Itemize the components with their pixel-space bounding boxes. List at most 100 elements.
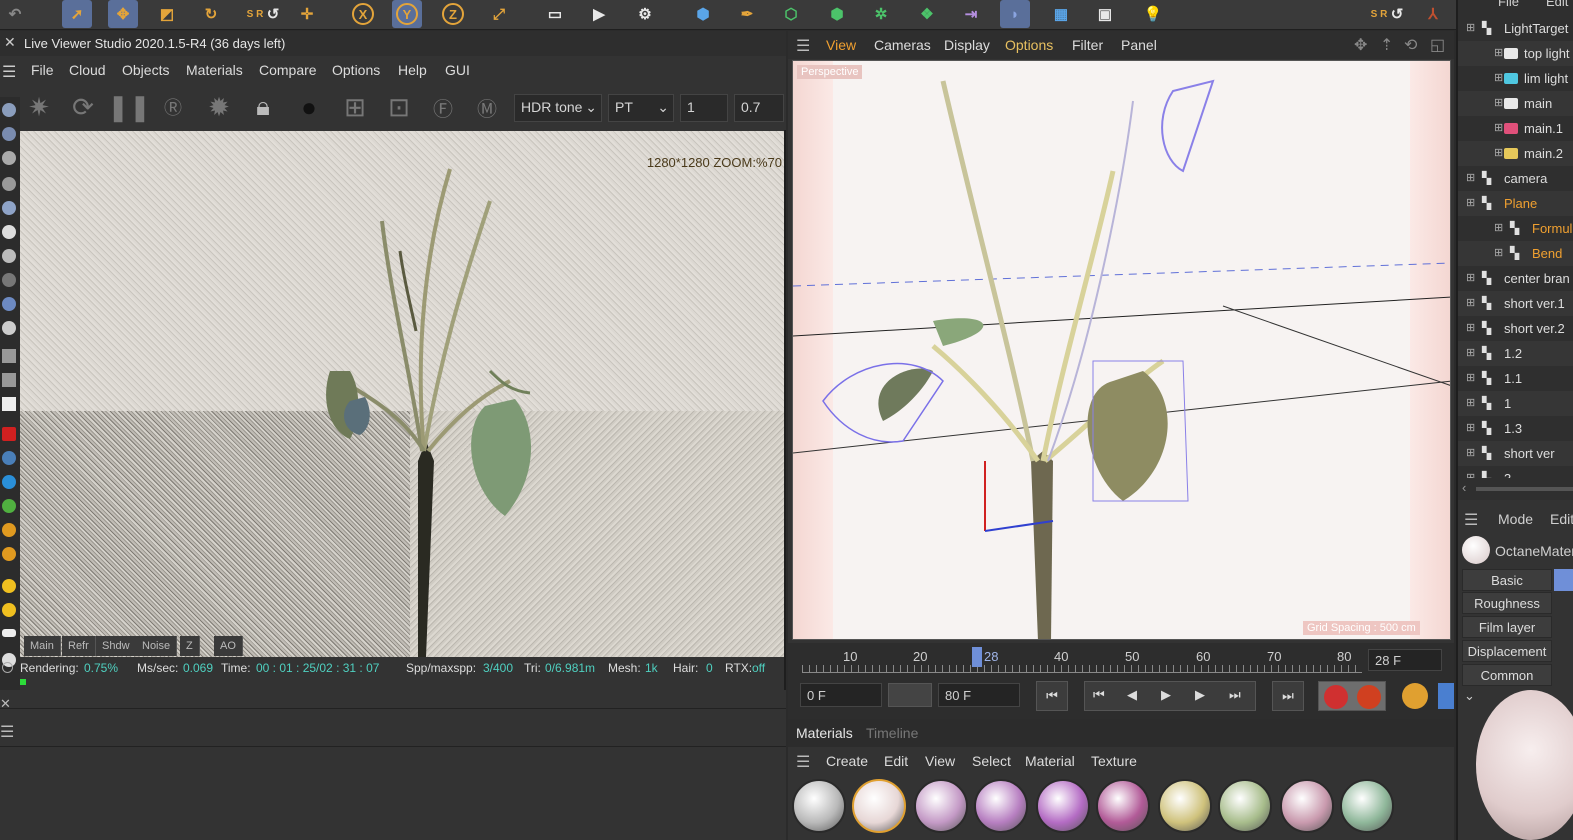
goto-end-icon[interactable]: ⏭ xyxy=(1272,681,1304,711)
material-swatch[interactable] xyxy=(974,779,1028,833)
light-bar-icon[interactable] xyxy=(2,629,16,637)
coordinate-icon[interactable]: ⤢ xyxy=(484,0,514,28)
record-icon[interactable] xyxy=(1324,685,1348,709)
pick-material-icon[interactable]: Ⓜ xyxy=(470,90,504,124)
expand-icon[interactable]: ⊞ xyxy=(1466,466,1475,478)
value1-stepper[interactable]: 1 xyxy=(680,94,728,122)
timeline-ruler[interactable] xyxy=(802,665,1362,673)
camera-icon[interactable]: ▣ xyxy=(1090,0,1120,28)
menu-cameras[interactable]: Cameras xyxy=(874,37,931,53)
pick-focus-icon[interactable]: ⊞ xyxy=(338,90,372,124)
keyframe-settings-icon[interactable] xyxy=(1402,683,1428,709)
expand-icon[interactable]: ⊞ xyxy=(1466,366,1475,391)
range-slider[interactable] xyxy=(888,683,932,707)
horizontal-scrollbar[interactable]: ‹ xyxy=(1458,480,1573,496)
pause-icon[interactable]: ❚❚ xyxy=(107,90,151,124)
pen-icon[interactable]: ✒ xyxy=(732,0,762,28)
contrast-icon[interactable] xyxy=(2,451,16,465)
render-view[interactable]: 1280*1280 ZOOM:%70 xyxy=(20,131,784,657)
object-row[interactable]: ⊞ ▚ 3 xyxy=(1458,466,1573,478)
settings-icon[interactable]: ✹ xyxy=(202,90,236,124)
tree-icon[interactable] xyxy=(2,547,16,561)
menu-select[interactable]: Select xyxy=(972,753,1011,769)
menu-view[interactable]: View xyxy=(826,37,856,53)
refresh-icon[interactable]: ↺ xyxy=(258,0,288,28)
menu-options[interactable]: Options xyxy=(1005,37,1053,53)
gear-icon[interactable] xyxy=(2,225,16,239)
y-axis-icon[interactable]: Y xyxy=(392,0,422,28)
material-swatch[interactable] xyxy=(852,779,906,833)
expand-icon[interactable]: ⊞ xyxy=(1494,91,1503,116)
render-view-icon[interactable]: ▶ xyxy=(584,0,614,28)
goto-start-icon[interactable]: ⏮ xyxy=(1036,681,1068,711)
tab-roughness[interactable]: Roughness xyxy=(1462,592,1552,614)
voronoi-icon[interactable]: ✲ xyxy=(866,0,896,28)
menu-view[interactable]: View xyxy=(925,753,955,769)
object-row[interactable]: ⊞ ▚ 1 xyxy=(1458,391,1573,416)
rotate-view-icon[interactable]: ⟲ xyxy=(1404,35,1417,55)
menu-file[interactable]: File xyxy=(1498,0,1519,9)
tab-basic[interactable]: Basic xyxy=(1462,569,1552,591)
object-row[interactable]: ⊞ ▚ short ver.1 xyxy=(1458,291,1573,316)
object-row[interactable]: ⊞ top light xyxy=(1458,41,1573,66)
expand-icon[interactable]: ⊞ xyxy=(1466,416,1475,441)
tab-film-layer[interactable]: Film layer xyxy=(1462,616,1552,638)
expand-icon[interactable]: ⊞ xyxy=(1494,41,1503,66)
expand-icon[interactable]: ⊞ xyxy=(1494,141,1503,166)
sphere-icon[interactable] xyxy=(2,177,16,191)
hamburger-icon[interactable]: ☰ xyxy=(796,36,810,56)
undo-icon[interactable]: ↶ xyxy=(0,0,30,28)
kernel-select[interactable]: PT ⌄ xyxy=(608,94,674,122)
z-axis-icon[interactable]: Z xyxy=(438,0,468,28)
expand-icon[interactable]: ⊞ xyxy=(1466,441,1475,466)
grid-icon[interactable] xyxy=(2,349,16,363)
render-settings-icon[interactable]: ⚙ xyxy=(630,0,660,28)
pick-focus-point-icon[interactable]: Ⓕ xyxy=(426,90,460,124)
expand-icon[interactable]: ⊞ xyxy=(1494,241,1503,266)
prev-frame-icon[interactable]: ◀ xyxy=(1127,687,1137,703)
hamburger-icon[interactable]: ☰ xyxy=(0,722,14,742)
scrollbar-thumb[interactable] xyxy=(1476,487,1573,491)
gear-icon[interactable] xyxy=(2,321,16,335)
auto-key-icon[interactable] xyxy=(1357,685,1381,709)
maximize-view-icon[interactable]: ◱ xyxy=(1430,35,1445,55)
menu-panel[interactable]: Panel xyxy=(1121,37,1157,53)
expand-icon[interactable]: ⊞ xyxy=(1494,116,1503,141)
object-row[interactable]: ⊞ ▚ Bend xyxy=(1458,241,1573,266)
tab-ao[interactable]: AO xyxy=(214,636,243,656)
tree-icon[interactable] xyxy=(2,523,16,537)
expand-icon[interactable]: ⊞ xyxy=(1466,16,1475,41)
tab-noise[interactable]: Noise xyxy=(136,636,178,656)
object-row[interactable]: ⊞ ▚ 1.1 xyxy=(1458,366,1573,391)
refresh-right-icon[interactable]: ↺ xyxy=(1382,0,1412,28)
menu-compare[interactable]: Compare xyxy=(259,62,317,78)
end-frame-field[interactable]: 80 F xyxy=(938,683,1020,707)
close-icon[interactable]: ✕ xyxy=(0,696,11,712)
menu-file[interactable]: File xyxy=(31,62,54,78)
camera-record-icon[interactable] xyxy=(2,427,16,441)
material-swatch[interactable] xyxy=(1280,779,1334,833)
menu-gui[interactable]: GUI xyxy=(445,62,470,78)
chevron-left-icon[interactable]: ‹ xyxy=(1462,480,1466,495)
expand-icon[interactable]: ⊞ xyxy=(1466,341,1475,366)
hamburger-icon[interactable]: ☰ xyxy=(1464,510,1478,530)
menu-display[interactable]: Display xyxy=(944,37,990,53)
menu-texture[interactable]: Texture xyxy=(1091,753,1137,769)
object-row[interactable]: ⊞ ▚ 1.3 xyxy=(1458,416,1573,441)
tab-displacement[interactable]: Displacement xyxy=(1462,640,1552,662)
menu-help[interactable]: Help xyxy=(398,62,427,78)
next-frame-icon[interactable]: ▶ xyxy=(1195,687,1205,703)
menu-options[interactable]: Options xyxy=(332,62,380,78)
restart-icon[interactable]: ⟳ xyxy=(66,90,100,124)
lock-icon[interactable]: 🔒︎ xyxy=(246,90,280,124)
current-frame-field[interactable]: 28 F xyxy=(1368,649,1442,671)
extrude-icon[interactable]: ⬢ xyxy=(822,0,852,28)
material-swatch[interactable] xyxy=(1096,779,1150,833)
menu-cloud[interactable]: Cloud xyxy=(69,62,106,78)
light-icon[interactable]: 💡 xyxy=(1138,0,1168,28)
material-swatch[interactable] xyxy=(1036,779,1090,833)
menu-materials[interactable]: Materials xyxy=(186,62,243,78)
object-row[interactable]: ⊞ ▚ camera xyxy=(1458,166,1573,191)
zoom-view-icon[interactable]: ⇡ xyxy=(1380,35,1393,55)
expand-icon[interactable]: ⊞ xyxy=(1494,216,1503,241)
